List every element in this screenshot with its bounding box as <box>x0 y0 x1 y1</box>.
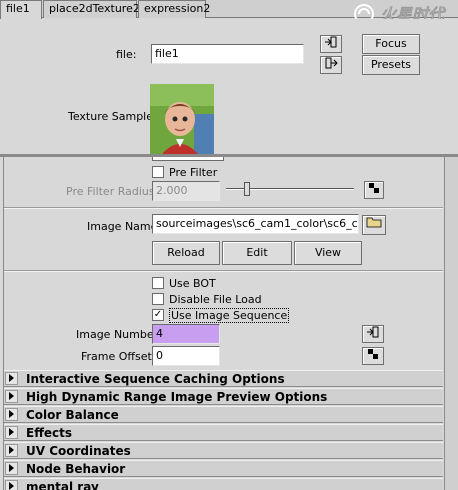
focus-button[interactable]: Focus <box>362 34 420 54</box>
section-hdr-image-preview[interactable]: High Dynamic Range Image Preview Options <box>4 388 443 405</box>
frame-offset-field[interactable]: 0 <box>152 346 220 366</box>
edit-button[interactable]: Edit <box>222 241 292 265</box>
pre-filter-radius-slider-handle[interactable] <box>244 182 250 196</box>
output-connection-button[interactable] <box>320 56 342 74</box>
expand-arrow-icon <box>9 482 14 490</box>
expand-arrow-icon <box>9 428 14 436</box>
file-label: file: <box>116 48 137 61</box>
use-bot-checkbox[interactable] <box>152 277 164 289</box>
browse-file-button[interactable] <box>362 215 386 235</box>
section-effects[interactable]: Effects <box>4 424 443 441</box>
frame-offset-label: Frame Offset <box>81 350 152 363</box>
use-bot-label: Use BOT <box>169 277 216 290</box>
expand-arrow-icon <box>9 446 14 454</box>
image-number-label: Image Number <box>76 328 159 341</box>
pre-filter-radius-field[interactable]: 2.000 <box>152 181 220 201</box>
vertical-scrollbar[interactable] <box>444 157 458 490</box>
section-interactive-sequence-caching[interactable]: Interactive Sequence Caching Options <box>4 370 443 387</box>
divider <box>4 271 443 272</box>
expand-arrow-icon <box>9 410 14 418</box>
image-number-field[interactable]: 4 <box>152 324 220 344</box>
section-title: Effects <box>26 426 73 440</box>
view-button[interactable]: View <box>294 241 362 265</box>
input-connection-button[interactable] <box>320 35 342 53</box>
section-title: mental ray <box>26 480 99 490</box>
pre-filter-radius-map-button[interactable] <box>364 181 384 199</box>
checkmark-icon: ✓ <box>153 309 163 320</box>
tab-place2dtexture2[interactable]: place2dTexture2 <box>43 0 140 18</box>
output-arrow-icon <box>324 57 338 72</box>
presets-button[interactable]: Presets <box>362 55 420 75</box>
checker-map-icon <box>368 349 378 362</box>
file-header-area: file: file1 Focus Presets Texture Sample <box>0 19 458 154</box>
checker-map-icon <box>369 183 379 196</box>
section-title: Node Behavior <box>26 462 126 476</box>
section-color-balance[interactable]: Color Balance <box>4 406 443 423</box>
expand-arrow-icon <box>9 392 14 400</box>
filter-type-dropdown[interactable] <box>152 157 224 161</box>
tab-file1[interactable]: file1 <box>0 0 42 19</box>
folder-icon <box>366 217 382 231</box>
image-name-label: Image Name <box>87 220 158 233</box>
frame-offset-map-button[interactable] <box>362 347 384 365</box>
section-uv-coordinates[interactable]: UV Coordinates <box>4 442 443 459</box>
input-arrow-icon <box>324 36 338 51</box>
pre-filter-label: Pre Filter <box>169 166 218 179</box>
section-mental-ray[interactable]: mental ray <box>4 478 443 490</box>
texture-sample-swatch[interactable] <box>150 84 214 154</box>
pre-filter-checkbox[interactable] <box>152 166 164 178</box>
section-title: Color Balance <box>26 408 119 422</box>
tab-expression2[interactable]: expression2 <box>138 0 210 18</box>
divider <box>4 208 443 209</box>
use-image-sequence-checkbox[interactable]: ✓ <box>152 309 164 321</box>
disable-file-load-checkbox[interactable] <box>152 293 164 305</box>
reload-button[interactable]: Reload <box>152 241 220 265</box>
section-title: Interactive Sequence Caching Options <box>26 372 285 386</box>
image-number-connection-button[interactable] <box>362 325 384 343</box>
texture-sample-label: Texture Sample <box>68 110 154 123</box>
file-name-field[interactable]: file1 <box>151 44 304 64</box>
tab-label: file1 <box>6 2 30 15</box>
pre-filter-radius-label: Pre Filter Radius <box>66 185 155 198</box>
expand-arrow-icon <box>9 464 14 472</box>
tab-label: place2dTexture2 <box>49 2 140 15</box>
tab-label: expression2 <box>144 2 211 15</box>
input-arrow-icon <box>366 326 380 341</box>
image-name-field[interactable]: sourceimages\sc6_cam1_color\sc6_cam1_ <box>152 214 359 234</box>
expand-arrow-icon <box>9 374 14 382</box>
disable-file-load-label: Disable File Load <box>169 293 262 306</box>
attribute-scroll-panel: Pre Filter Pre Filter Radius 2.000 Image… <box>3 157 443 490</box>
use-image-sequence-label: Use Image Sequence <box>169 308 290 323</box>
section-title: High Dynamic Range Image Preview Options <box>26 390 328 404</box>
section-title: UV Coordinates <box>26 444 131 458</box>
section-node-behavior[interactable]: Node Behavior <box>4 460 443 477</box>
